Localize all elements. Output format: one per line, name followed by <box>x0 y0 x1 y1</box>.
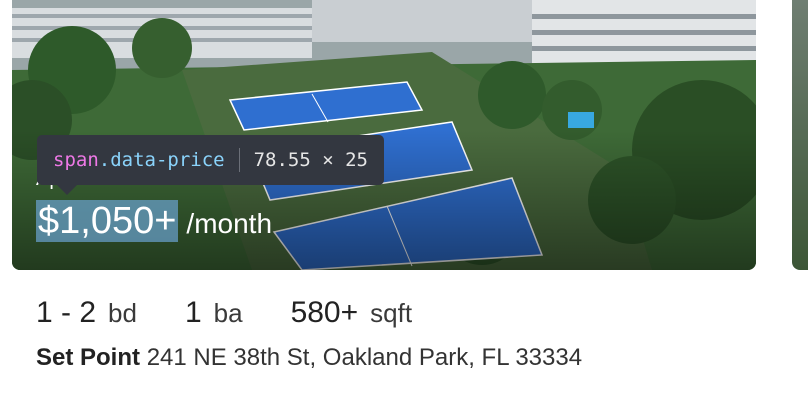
inspector-dimensions: 78.55 × 25 <box>253 149 368 171</box>
sqft-unit: sqft <box>370 298 413 328</box>
inspector-tag: span <box>53 149 99 171</box>
listing-price: $1,050+ <box>36 200 179 242</box>
street-address: 241 NE 38th St, Oakland Park, FL 33334 <box>146 344 583 371</box>
baths-unit: ba <box>213 298 243 328</box>
property-name: Set Point <box>36 344 141 371</box>
inspector-class: .data-price <box>98 149 225 171</box>
listing-facts: 1 - 2 bd 1 ba 580+ sqft <box>36 296 412 330</box>
devtools-inspector-tooltip: span.data-price 78.55 × 25 <box>37 135 384 185</box>
inspector-selector: span.data-price <box>53 149 225 171</box>
price-row: $1,050+/month <box>36 200 272 243</box>
listing-address[interactable]: Set Point 241 NE 38th St, Oakland Park, … <box>36 344 582 372</box>
inspector-tooltip-arrow <box>56 184 78 195</box>
sqft-value: 580+ <box>290 296 359 329</box>
price-suffix: /month <box>186 208 273 239</box>
beds-unit: bd <box>108 298 137 328</box>
beds-value: 1 - 2 <box>36 296 97 329</box>
baths-value: 1 <box>184 296 202 329</box>
next-listing-card[interactable] <box>792 0 808 270</box>
inspector-divider <box>238 148 240 172</box>
